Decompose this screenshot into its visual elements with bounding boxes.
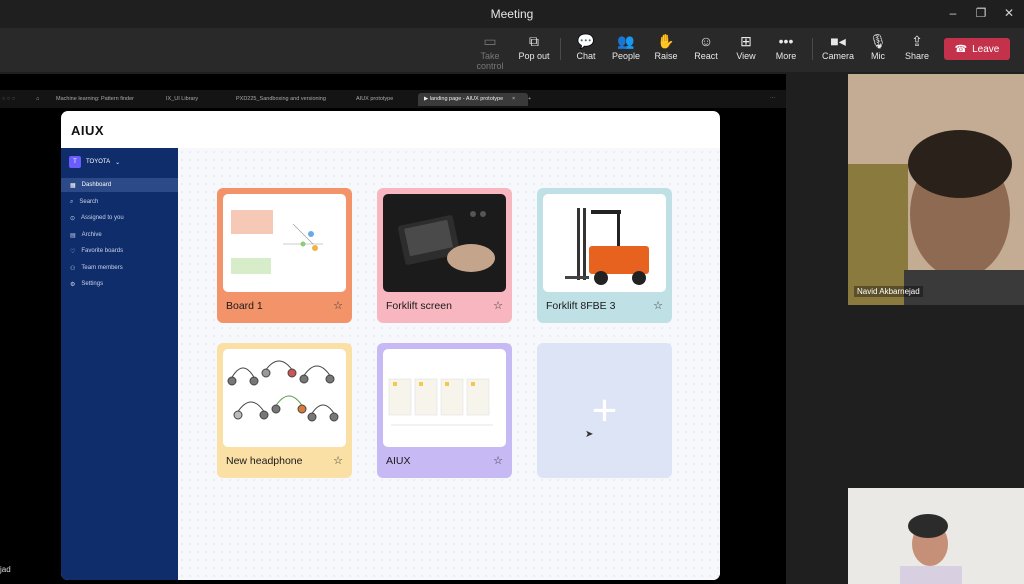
sidebar-item-dashboard[interactable]: ▦ Dashboard <box>61 178 178 192</box>
take-control-button[interactable]: ▭ Take control <box>466 31 514 71</box>
board-thumbnail <box>223 349 346 447</box>
board-title: Forklift 8FBE 3 <box>546 300 616 312</box>
board-card-board-1[interactable]: Board 1 ☆ <box>217 188 352 323</box>
take-control-icon: ▭ <box>483 33 497 49</box>
pop-out-icon: ⧉ <box>529 33 539 49</box>
more-dots-icon: ••• <box>778 33 794 49</box>
browser-tab-2[interactable]: IX_UI Library <box>166 93 226 106</box>
browser-tab-bar: ○ ○ ○ ⌂ Machine learning: Pattern finder… <box>0 90 786 108</box>
heart-icon: ♡ <box>70 248 76 255</box>
team-icon: ⚇ <box>70 265 76 272</box>
new-tab-button[interactable]: + <box>528 93 536 106</box>
dashboard-board-grid: Board 1 ☆ Forklift screen ☆ Forklift 8FB… <box>178 148 720 580</box>
board-title: Forklift screen <box>386 300 452 312</box>
board-thumbnail <box>383 349 506 447</box>
star-icon[interactable]: ☆ <box>493 454 503 467</box>
board-card-forklift-8fbe-3[interactable]: Forklift 8FBE 3 ☆ <box>537 188 672 323</box>
participant-video-2[interactable] <box>848 488 1024 584</box>
workspace-badge: T <box>69 156 81 168</box>
workspace-name: TOYOTA <box>86 159 111 165</box>
board-thumbnail <box>223 194 346 292</box>
board-card-new-headphone[interactable]: New headphone ☆ <box>217 343 352 478</box>
search-icon: ⌕ <box>70 198 74 205</box>
restore-button[interactable]: ❐ <box>968 4 994 22</box>
home-icon[interactable]: ⌂ <box>36 93 46 106</box>
browser-menu-button[interactable]: ⋯ <box>770 93 780 106</box>
share-icon: ⇪ <box>911 33 923 49</box>
participant-name-bottom: jad <box>0 565 11 574</box>
board-card-aiux[interactable]: AIUX ☆ <box>377 343 512 478</box>
toolbar-divider <box>560 38 561 60</box>
phone-hangup-icon: ☎ <box>954 43 968 55</box>
board-title: New headphone <box>226 455 303 467</box>
close-tab-button[interactable]: × <box>512 93 520 106</box>
minimize-button[interactable]: – <box>940 4 966 22</box>
add-board-button[interactable]: + ➤ <box>537 343 672 478</box>
check-circle-icon: ⊙ <box>70 215 76 222</box>
board-card-forklift-screen[interactable]: Forklift screen ☆ <box>377 188 512 323</box>
chevron-down-icon: ⌄ <box>115 159 121 166</box>
participant-video-1[interactable]: Navid Akbarnejad <box>848 74 1024 305</box>
participant-name: Navid Akbarnejad <box>854 286 923 297</box>
window-dots-icon: ○ ○ ○ <box>2 96 16 102</box>
grid-icon: ▦ <box>70 182 76 189</box>
board-title: AIUX <box>386 455 411 467</box>
sidebar: T TOYOTA ⌄ ▦ Dashboard ⌕ Search ⊙ Assigned … <box>61 148 178 580</box>
meeting-toolbar: ▭ Take control ⧉ Pop out 💬 Chat 👥 People… <box>0 28 1024 72</box>
gear-icon: ⚙ <box>70 281 76 288</box>
window-title: Meeting <box>490 7 534 21</box>
pop-out-button[interactable]: ⧉ Pop out <box>510 31 558 69</box>
star-icon[interactable]: ☆ <box>493 299 503 312</box>
board-thumbnail <box>543 194 666 292</box>
sidebar-item-settings[interactable]: ⚙ Settings <box>61 277 178 291</box>
leave-button[interactable]: ☎ Leave <box>944 38 1010 60</box>
plus-icon: + <box>591 385 618 435</box>
browser-tab-3[interactable]: PXD225_Sandboxing and versioning <box>236 93 340 106</box>
workspace-selector[interactable]: T TOYOTA ⌄ <box>69 156 120 168</box>
board-thumbnail <box>383 194 506 292</box>
browser-tab-4[interactable]: AIUX prototype <box>356 93 412 106</box>
browser-tab-1[interactable]: Machine learning: Pattern finder <box>56 93 156 106</box>
toolbar-divider <box>812 38 813 60</box>
aiux-app: AIUX T TOYOTA ⌄ ▦ Dashboard ⌕ Search ⊙ Assi… <box>61 111 720 580</box>
window-titlebar: Meeting – ❐ ✕ <box>0 0 1024 28</box>
archive-icon: ▤ <box>70 232 76 239</box>
star-icon[interactable]: ☆ <box>333 299 343 312</box>
board-title: Board 1 <box>226 300 263 312</box>
share-button[interactable]: ⇪ Share <box>893 31 941 69</box>
aiux-logo: AIUX <box>71 123 105 138</box>
sidebar-item-archive[interactable]: ▤ Archive <box>61 228 178 242</box>
sidebar-item-assigned[interactable]: ⊙ Assigned to you <box>61 211 178 225</box>
star-icon[interactable]: ☆ <box>333 454 343 467</box>
star-icon[interactable]: ☆ <box>653 299 663 312</box>
close-window-button[interactable]: ✕ <box>996 4 1022 22</box>
sidebar-item-favorites[interactable]: ♡ Favorite boards <box>61 244 178 258</box>
more-button[interactable]: ••• More <box>762 31 810 69</box>
sidebar-item-search[interactable]: ⌕ Search <box>61 195 178 209</box>
mouse-cursor-icon: ➤ <box>585 429 594 440</box>
sidebar-item-team[interactable]: ⚇ Team members <box>61 261 178 275</box>
participants-pane: Navid Akbarnejad <box>786 74 1024 584</box>
